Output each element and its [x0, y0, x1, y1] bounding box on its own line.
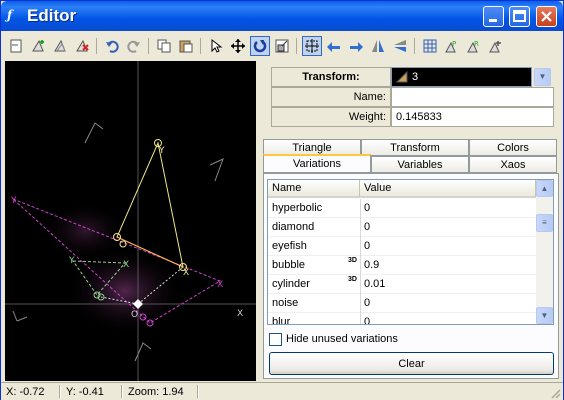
rotate-right-icon[interactable] [346, 36, 366, 56]
select-icon[interactable] [206, 36, 226, 56]
variation-row[interactable]: cylinder 3D 0.01 [268, 275, 536, 294]
reset-all-icon[interactable] [486, 36, 506, 56]
variation-name: blur [272, 316, 291, 325]
variations-tab-page: Name Value hyperbolic 0 diamond 0 eyefish 0 bu… [263, 173, 559, 379]
triangle-canvas[interactable]: Y X Y X Y X O X [5, 61, 256, 381]
chevron-down-icon[interactable]: ▼ [534, 68, 551, 86]
vertex-x-label: X [183, 268, 189, 278]
status-bar: X: -0.72 Y: -0.41 Zoom: 1.94 [1, 382, 563, 400]
variation-value[interactable]: 0 [364, 316, 370, 324]
delete-icon[interactable] [72, 36, 92, 56]
weight-label: Weight: [271, 107, 391, 127]
hide-unused-label: Hide unused variations [286, 333, 398, 345]
scroll-down-icon[interactable]: ▼ [536, 307, 553, 324]
transform-select[interactable]: 3 [391, 67, 532, 87]
variation-row[interactable]: noise 0 [268, 294, 536, 313]
splitter[interactable] [256, 61, 262, 381]
variation-name: cylinder [272, 278, 310, 290]
variation-value[interactable]: 0 [364, 202, 370, 214]
title-bar[interactable]: ƒ Editor [1, 1, 563, 31]
variation-name: hyperbolic [272, 202, 323, 214]
rotate-icon[interactable] [250, 36, 270, 56]
add-icon[interactable] [28, 36, 48, 56]
rotate-left-icon[interactable] [324, 36, 344, 56]
variation-row[interactable]: hyperbolic 0 [268, 199, 536, 218]
maximize-icon [513, 10, 526, 22]
svg-text:X: X [237, 309, 243, 319]
variation-value[interactable]: 0 [364, 297, 370, 309]
variation-name: noise [272, 297, 299, 309]
variation-value[interactable]: 0.9 [364, 259, 379, 271]
scroll-thumb[interactable]: ≡ [536, 214, 553, 232]
transform-label: Transform: [271, 67, 391, 87]
reset-icon[interactable]: R [464, 36, 484, 56]
other-triangle-vertex-y: Y [10, 196, 17, 206]
triangle-swatch-icon [396, 71, 408, 83]
hide-unused-checkbox[interactable] [269, 333, 282, 346]
origin-label: O [131, 310, 138, 320]
variations-scrollbar[interactable]: ▲ ≡ ▼ [536, 180, 553, 324]
editor-window: ƒ Editor P R Y X Y X Y X O X Transform: … [0, 0, 564, 400]
name-label: Name: [271, 87, 391, 107]
post-transform-icon[interactable]: P [442, 36, 462, 56]
svg-text:P: P [452, 40, 456, 48]
svg-text:Y: Y [68, 256, 75, 266]
resize-grip-icon[interactable] [549, 387, 561, 399]
tab-xaos[interactable]: Xaos [469, 156, 557, 173]
name-field[interactable] [391, 87, 554, 107]
scroll-up-icon[interactable]: ▲ [536, 180, 553, 197]
pivot-icon[interactable] [302, 36, 322, 56]
close-icon [541, 11, 552, 22]
scale-icon[interactable] [272, 36, 292, 56]
variations-list[interactable]: Name Value hyperbolic 0 diamond 0 eyefish 0 bu… [267, 179, 554, 325]
transform-select-value: 3 [412, 71, 419, 83]
flip-vertical-icon[interactable] [390, 36, 410, 56]
svg-text:X: X [123, 260, 129, 270]
maximize-button[interactable] [509, 6, 530, 27]
variation-row[interactable]: diamond 0 [268, 218, 536, 237]
fractal-f-icon: ƒ [7, 8, 13, 22]
tab-variables[interactable]: Variables [371, 156, 469, 173]
status-zoom: Zoom: 1.94 [128, 386, 184, 398]
variation-name: diamond [272, 221, 315, 233]
duplicate-icon[interactable] [50, 36, 70, 56]
copy-icon[interactable] [154, 36, 174, 56]
variation-value[interactable]: 0.01 [364, 278, 385, 290]
status-y-coordinate: Y: -0.41 [66, 386, 104, 398]
minimize-icon [489, 19, 497, 22]
variation-3d-flag: 3D [348, 257, 357, 264]
transform-triangles[interactable]: Y X Y X Y X O X [5, 61, 256, 381]
variation-row[interactable]: blur 0 [268, 313, 536, 325]
vertex-y-label: Y [158, 146, 165, 156]
variation-name: bubble [272, 259, 306, 271]
variation-3d-flag: 3D [348, 276, 357, 283]
toolbar: P R [4, 34, 560, 60]
tab-colors[interactable]: Colors [469, 139, 557, 156]
window-title: Editor [27, 6, 77, 25]
move-icon[interactable] [228, 36, 248, 56]
variation-row[interactable]: eyefish 0 [268, 237, 536, 256]
variation-value[interactable]: 0 [364, 240, 370, 252]
grid-icon[interactable] [420, 36, 440, 56]
variation-name: eyefish [272, 240, 307, 252]
redo-icon[interactable] [124, 36, 144, 56]
weight-field[interactable]: 0.145833 [391, 107, 554, 127]
undo-icon[interactable] [102, 36, 122, 56]
minimize-button[interactable] [483, 6, 504, 27]
close-button[interactable] [536, 6, 557, 27]
other-triangle-vertex-x: X [217, 280, 223, 290]
variation-row[interactable]: bubble 3D 0.9 [268, 256, 536, 275]
flip-horizontal-icon[interactable] [368, 36, 388, 56]
column-value-header[interactable]: Value [360, 180, 536, 198]
column-name-header[interactable]: Name [268, 180, 360, 198]
new-icon[interactable] [6, 36, 26, 56]
paste-icon[interactable] [176, 36, 196, 56]
tab-transform[interactable]: Transform [361, 139, 469, 156]
clear-button[interactable]: Clear [269, 352, 554, 375]
variation-value[interactable]: 0 [364, 221, 370, 233]
tab-variations[interactable]: Variations [263, 154, 371, 173]
status-x-coordinate: X: -0.72 [6, 386, 45, 398]
svg-text:R: R [474, 40, 479, 48]
